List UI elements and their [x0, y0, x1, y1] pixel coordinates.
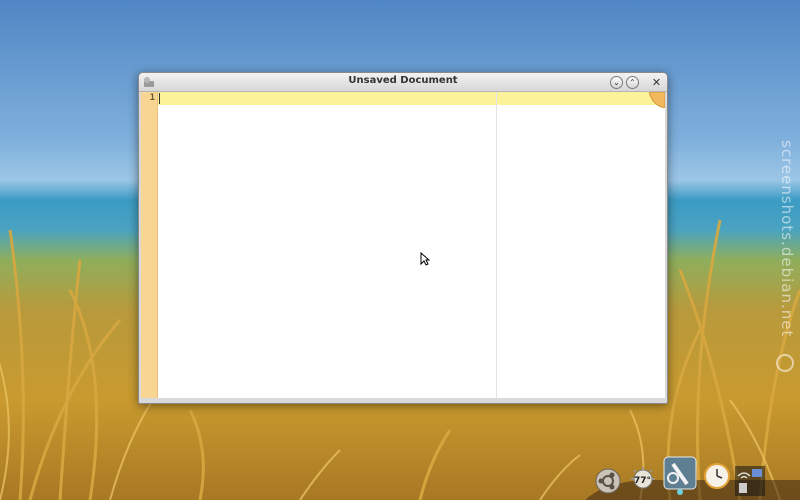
- title-bar[interactable]: Unsaved Document ⌄ ⌃ ✕: [139, 73, 667, 92]
- close-button[interactable]: ✕: [650, 76, 663, 89]
- chevron-down-icon: ⌄: [613, 78, 620, 87]
- right-margin-line: [496, 92, 497, 398]
- weather-widget[interactable]: 77°: [629, 466, 657, 494]
- minimize-button[interactable]: ⌄: [610, 76, 623, 89]
- mouse-pointer-icon: [420, 252, 430, 266]
- text-area[interactable]: [158, 92, 665, 398]
- maximize-button[interactable]: ⌃: [626, 76, 639, 89]
- clock-icon[interactable]: [703, 462, 731, 490]
- debian-logo-icon: [776, 354, 794, 372]
- text-caret: [159, 93, 160, 104]
- system-tray-icon[interactable]: [735, 466, 765, 496]
- line-number-gutter: 1: [141, 92, 158, 398]
- line-number: 1: [149, 93, 155, 103]
- text-editor-window[interactable]: Unsaved Document ⌄ ⌃ ✕ 1: [138, 72, 668, 404]
- ubuntu-logo-icon[interactable]: [595, 468, 621, 494]
- chevron-up-icon: ⌃: [629, 78, 636, 87]
- window-title: Unsaved Document: [348, 75, 458, 86]
- current-line-highlight: [158, 92, 665, 105]
- temperature-label: 77°: [634, 476, 652, 486]
- dock: 77°: [585, 452, 800, 500]
- desktop: screenshots.debian.net Unsaved Document …: [0, 0, 800, 500]
- pen-tool-icon[interactable]: [663, 456, 697, 496]
- editor[interactable]: 1: [141, 92, 665, 398]
- close-icon: ✕: [651, 76, 662, 89]
- watermark-text: screenshots.debian.net: [778, 140, 796, 338]
- corner-fold-icon: [649, 92, 665, 108]
